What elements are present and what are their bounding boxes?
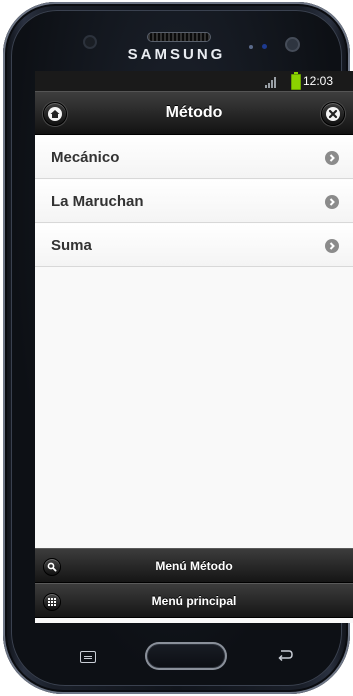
header-bar: Método [35, 91, 353, 135]
earpiece-speaker [148, 33, 210, 41]
footer-navbar: Menú Método Menú principal [35, 548, 353, 618]
status-time: 12:03 [303, 74, 334, 88]
screen: 12:03 Método Mecánico La Maruchan Suma M… [35, 71, 353, 623]
chevron-right-icon [325, 151, 339, 165]
signal-icon [265, 77, 279, 88]
back-key-icon[interactable] [276, 648, 294, 662]
menu-metodo-button[interactable]: Menú Método [35, 548, 353, 583]
method-list: Mecánico La Maruchan Suma [35, 135, 353, 267]
chevron-right-icon [325, 239, 339, 253]
list-item-la-maruchan[interactable]: La Maruchan [35, 179, 353, 223]
menu-metodo-label: Menú Método [155, 559, 233, 573]
list-item-mecanico[interactable]: Mecánico [35, 135, 353, 179]
battery-icon [291, 72, 301, 90]
brand-logo: SAMSUNG [127, 46, 226, 63]
list-item-label: Mecánico [51, 149, 120, 166]
list-item-label: Suma [51, 237, 92, 254]
menu-principal-label: Menú principal [151, 594, 237, 608]
list-item-suma[interactable]: Suma [35, 223, 353, 267]
menu-key-icon[interactable] [80, 651, 96, 663]
home-key[interactable] [145, 642, 227, 670]
page-title: Método [165, 104, 223, 121]
chevron-right-icon [325, 195, 339, 209]
close-icon [326, 107, 340, 121]
menu-principal-button[interactable]: Menú principal [35, 583, 353, 618]
status-bar: 12:03 [35, 71, 353, 91]
list-item-label: La Maruchan [51, 193, 144, 210]
close-button[interactable] [321, 102, 345, 126]
